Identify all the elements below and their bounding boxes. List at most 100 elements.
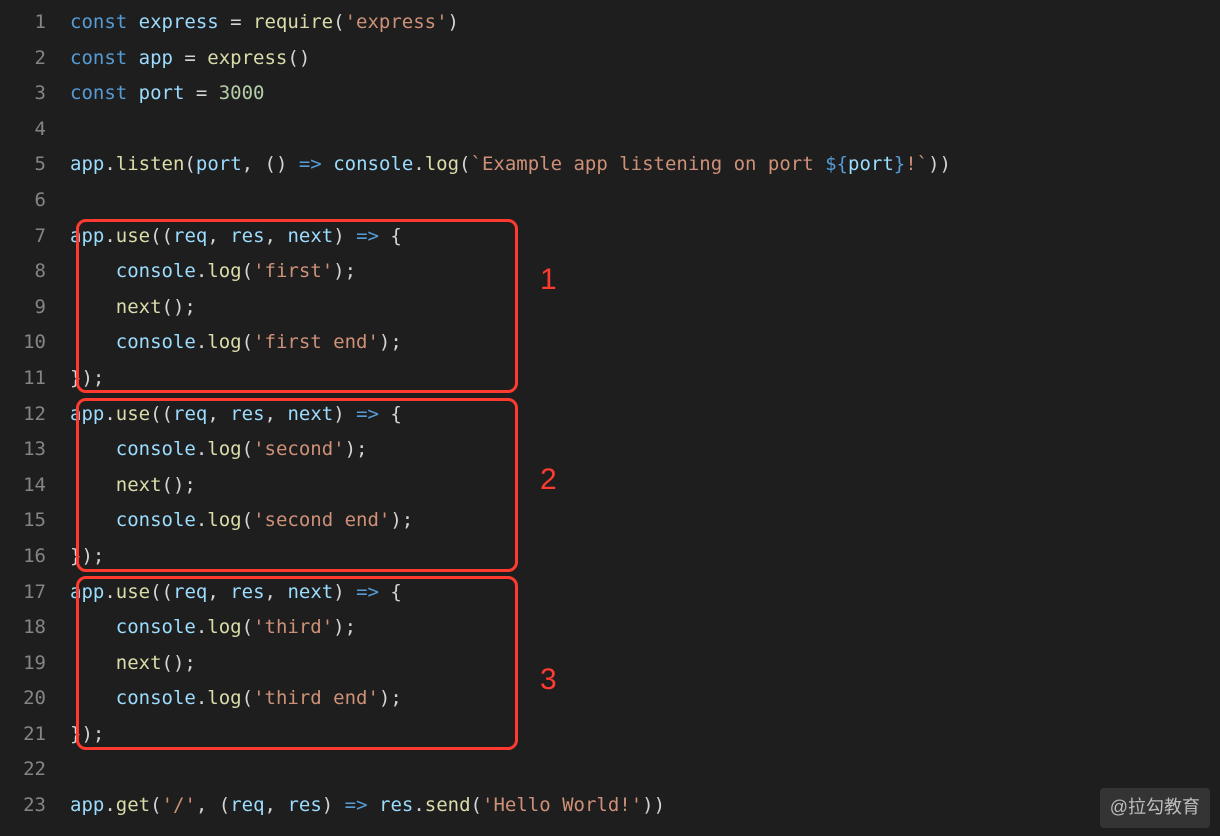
- code-line[interactable]: app.get('/', (req, res) => res.send('Hel…: [70, 788, 1220, 824]
- token-fn: require: [253, 11, 333, 33]
- code-line[interactable]: });: [70, 717, 1220, 753]
- code-line[interactable]: app.listen(port, () => console.log(`Exam…: [70, 147, 1220, 183]
- token-punc: .: [196, 616, 207, 638]
- token-var: res: [379, 794, 413, 816]
- token-arrow: =>: [356, 403, 379, 425]
- code-line[interactable]: app.use((req, res, next) => {: [70, 397, 1220, 433]
- token-fn: get: [116, 794, 150, 816]
- code-line[interactable]: app.use((req, res, next) => {: [70, 575, 1220, 611]
- line-number: 6: [0, 183, 46, 219]
- code-line[interactable]: next();: [70, 646, 1220, 682]
- token-punc: (): [287, 47, 310, 69]
- token-fn: use: [116, 581, 150, 603]
- token-punc: (: [459, 153, 470, 175]
- code-line[interactable]: const express = require('express'): [70, 5, 1220, 41]
- token-punc: ,: [265, 403, 288, 425]
- code-line[interactable]: next();: [70, 290, 1220, 326]
- token-punc: ();: [162, 296, 196, 318]
- token-punc: {: [379, 581, 402, 603]
- token-punc: .: [104, 225, 115, 247]
- token-var: console: [116, 260, 196, 282]
- token-punc: [70, 296, 116, 318]
- code-line[interactable]: });: [70, 361, 1220, 397]
- line-number: 11: [0, 361, 46, 397]
- code-line[interactable]: console.log('third end');: [70, 681, 1220, 717]
- code-line[interactable]: console.log('second');: [70, 432, 1220, 468]
- code-line[interactable]: console.log('third');: [70, 610, 1220, 646]
- token-punc: ,: [207, 403, 230, 425]
- code-line[interactable]: console.log('first');: [70, 254, 1220, 290]
- token-punc: [322, 153, 333, 175]
- code-line[interactable]: [70, 183, 1220, 219]
- token-punc: [70, 652, 116, 674]
- token-punc: );: [333, 260, 356, 282]
- token-arrow: =>: [356, 581, 379, 603]
- code-line[interactable]: next();: [70, 468, 1220, 504]
- token-interp: ${: [825, 153, 848, 175]
- token-punc: [70, 616, 116, 638]
- code-line[interactable]: console.log('second end');: [70, 503, 1220, 539]
- token-fn: next: [116, 296, 162, 318]
- token-fn: use: [116, 225, 150, 247]
- token-punc: .: [104, 794, 115, 816]
- token-fn: next: [116, 652, 162, 674]
- token-punc: ,: [265, 225, 288, 247]
- code-line[interactable]: [70, 112, 1220, 148]
- token-punc: )): [642, 794, 665, 816]
- token-var: console: [116, 331, 196, 353]
- token-var: app: [70, 794, 104, 816]
- token-punc: (: [150, 794, 161, 816]
- line-number: 10: [0, 325, 46, 361]
- token-fn: log: [207, 509, 241, 531]
- token-str: 'first': [253, 260, 333, 282]
- line-number: 1: [0, 5, 46, 41]
- token-punc: ((: [150, 403, 173, 425]
- code-line[interactable]: app.use((req, res, next) => {: [70, 219, 1220, 255]
- token-var: console: [116, 509, 196, 531]
- token-fn: listen: [116, 153, 185, 175]
- code-line[interactable]: });: [70, 539, 1220, 575]
- token-var: console: [116, 438, 196, 460]
- line-number-gutter: 1234567891011121314151617181920212223: [0, 5, 70, 824]
- token-num: 3000: [219, 82, 265, 104]
- token-var: app: [70, 225, 104, 247]
- code-line[interactable]: console.log('first end');: [70, 325, 1220, 361]
- token-var: app: [70, 153, 104, 175]
- line-number: 18: [0, 610, 46, 646]
- token-fn: log: [207, 687, 241, 709]
- token-punc: [368, 794, 379, 816]
- token-punc: ((: [150, 581, 173, 603]
- token-param: req: [173, 403, 207, 425]
- token-param: res: [230, 403, 264, 425]
- token-fn: log: [207, 260, 241, 282]
- code-line[interactable]: [70, 752, 1220, 788]
- code-editor[interactable]: 1234567891011121314151617181920212223 co…: [0, 0, 1220, 824]
- token-punc: .: [104, 581, 115, 603]
- code-area[interactable]: const express = require('express')const …: [70, 5, 1220, 824]
- token-str: 'third': [253, 616, 333, 638]
- line-number: 8: [0, 254, 46, 290]
- token-punc: );: [333, 616, 356, 638]
- token-str: 'second end': [253, 509, 390, 531]
- code-line[interactable]: const port = 3000: [70, 76, 1220, 112]
- token-param: req: [230, 794, 264, 816]
- line-number: 14: [0, 468, 46, 504]
- token-punc: , (): [242, 153, 299, 175]
- token-punc: ,: [207, 581, 230, 603]
- line-number: 16: [0, 539, 46, 575]
- token-punc: );: [345, 438, 368, 460]
- token-str: `Example app listening on port: [471, 153, 826, 175]
- line-number: 9: [0, 290, 46, 326]
- token-punc: ((: [150, 225, 173, 247]
- line-number: 2: [0, 41, 46, 77]
- line-number: 13: [0, 432, 46, 468]
- token-var: app: [139, 47, 173, 69]
- token-punc: ): [322, 794, 345, 816]
- token-fn: express: [207, 47, 287, 69]
- code-line[interactable]: const app = express(): [70, 41, 1220, 77]
- token-param: req: [173, 225, 207, 247]
- token-var: console: [116, 687, 196, 709]
- token-punc: (: [333, 11, 344, 33]
- token-var: app: [70, 403, 104, 425]
- token-str: 'express': [345, 11, 448, 33]
